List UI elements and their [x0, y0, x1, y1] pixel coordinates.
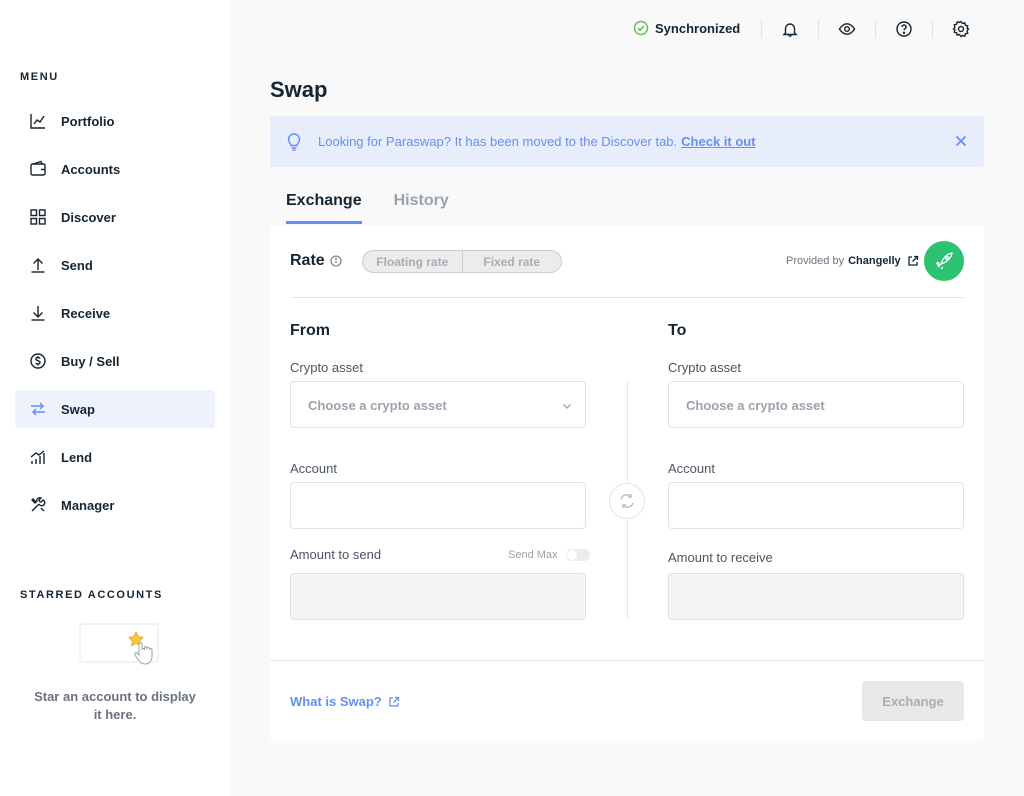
- sidebar-item-receive[interactable]: Receive: [15, 294, 215, 332]
- lend-icon: [29, 448, 47, 466]
- arrow-up-icon: [29, 256, 47, 274]
- starred-illustration: [70, 620, 165, 676]
- starred-empty-text: Star an account to display it here.: [34, 689, 196, 722]
- sidebar-item-label: Manager: [61, 497, 115, 513]
- sidebar-item-label: Portfolio: [61, 113, 115, 129]
- from-account-select[interactable]: [290, 482, 586, 529]
- lightbulb-icon: [286, 132, 302, 151]
- banner-text: Looking for Paraswap? It has been moved …: [318, 134, 678, 149]
- chart-line-icon: [29, 112, 47, 130]
- amount-to-receive-input: [668, 573, 964, 620]
- sidebar-item-swap[interactable]: Swap: [15, 390, 215, 428]
- to-account-label: Account: [668, 461, 715, 476]
- topbar-separator: [761, 20, 762, 38]
- to-asset-select[interactable]: Choose a crypto asset: [668, 381, 964, 428]
- topbar-separator: [932, 20, 933, 38]
- send-max-label: Send Max: [508, 549, 558, 561]
- to-title: To: [668, 322, 687, 339]
- provider-name: Changelly: [848, 255, 901, 267]
- check-circle-icon: [633, 20, 649, 36]
- sync-status[interactable]: Synchronized: [633, 20, 740, 36]
- swap-tabs: Exchange History: [286, 192, 481, 224]
- sidebar-item-label: Send: [61, 257, 93, 273]
- info-icon[interactable]: [330, 255, 342, 267]
- amount-to-send-label: Amount to send: [290, 547, 382, 562]
- footer-divider: [270, 660, 984, 661]
- banner-check-it-out-link[interactable]: Check it out: [681, 134, 755, 149]
- provider-info: Provided by Changelly: [786, 255, 919, 267]
- sidebar-item-label: Accounts: [61, 161, 121, 177]
- reverse-swap-button[interactable]: [609, 483, 645, 519]
- provided-by-label: Provided by: [786, 255, 845, 267]
- sidebar-item-label: Receive: [61, 305, 111, 321]
- send-max-switch[interactable]: [565, 549, 590, 561]
- topbar-separator: [875, 20, 876, 38]
- from-title: From: [290, 322, 330, 339]
- fixed-rate-option[interactable]: Fixed rate: [461, 251, 562, 272]
- dollar-icon: [29, 352, 47, 370]
- tools-icon: [29, 496, 47, 514]
- starred-accounts-title: STARRED ACCOUNTS: [20, 589, 163, 601]
- topbar-separator: [818, 20, 819, 38]
- eye-icon[interactable]: [837, 19, 857, 39]
- bell-icon[interactable]: [780, 19, 800, 39]
- info-banner: Looking for Paraswap? It has been moved …: [270, 116, 984, 167]
- external-link-icon: [388, 696, 400, 708]
- sidebar: MENU Portfolio Accounts Discover Send Re…: [0, 0, 230, 796]
- sync-label: Synchronized: [655, 20, 741, 36]
- rate-divider: [290, 297, 964, 298]
- help-icon[interactable]: [894, 19, 914, 39]
- sidebar-item-label: Lend: [61, 449, 93, 465]
- exchange-button[interactable]: Exchange: [862, 681, 964, 721]
- tab-exchange[interactable]: Exchange: [286, 192, 362, 224]
- close-icon[interactable]: [954, 134, 968, 148]
- swap-icon: [29, 400, 47, 418]
- external-link-icon[interactable]: [907, 255, 919, 267]
- rate-type-toggle: Floating rate Fixed rate: [362, 250, 562, 273]
- arrow-down-icon: [29, 304, 47, 322]
- sidebar-item-label: Discover: [61, 209, 116, 225]
- amount-to-send-input[interactable]: [290, 573, 586, 620]
- sidebar-item-lend[interactable]: Lend: [15, 438, 215, 476]
- swap-icon: [618, 492, 636, 510]
- sidebar-item-label: Buy / Sell: [61, 353, 120, 369]
- sidebar-item-send[interactable]: Send: [15, 246, 215, 284]
- wallet-icon: [29, 160, 47, 178]
- menu-title: MENU: [20, 71, 59, 83]
- floating-rate-option[interactable]: Floating rate: [363, 251, 462, 272]
- tab-history[interactable]: History: [394, 192, 449, 224]
- to-account-select[interactable]: [668, 482, 964, 529]
- from-asset-placeholder: Choose a crypto asset: [308, 398, 447, 413]
- to-asset-label: Crypto asset: [668, 360, 741, 375]
- sidebar-item-label: Swap: [61, 401, 95, 417]
- sidebar-item-buy-sell[interactable]: Buy / Sell: [15, 342, 215, 380]
- from-asset-label: Crypto asset: [290, 360, 363, 375]
- page-title: Swap: [270, 77, 328, 102]
- topbar: Synchronized: [230, 0, 1024, 58]
- sidebar-item-portfolio[interactable]: Portfolio: [15, 102, 215, 140]
- gear-icon[interactable]: [951, 19, 971, 39]
- sidebar-nav: Portfolio Accounts Discover Send Receive: [15, 102, 215, 534]
- send-max: Send Max: [508, 549, 590, 561]
- what-is-swap-label: What is Swap?: [290, 694, 382, 709]
- sidebar-item-discover[interactable]: Discover: [15, 198, 215, 236]
- swap-card: Rate Floating rate Fixed rate Provided b…: [270, 226, 984, 741]
- chevron-down-icon: [561, 400, 573, 412]
- to-asset-placeholder: Choose a crypto asset: [686, 398, 825, 413]
- amount-to-receive-label: Amount to receive: [668, 550, 773, 565]
- grid-icon: [29, 208, 47, 226]
- from-account-label: Account: [290, 461, 337, 476]
- rate-label: Rate: [290, 252, 325, 269]
- from-asset-select[interactable]: Choose a crypto asset: [290, 381, 586, 428]
- sidebar-item-manager[interactable]: Manager: [15, 486, 215, 524]
- changelly-logo: [924, 241, 964, 281]
- what-is-swap-link[interactable]: What is Swap?: [290, 694, 400, 709]
- sidebar-item-accounts[interactable]: Accounts: [15, 150, 215, 188]
